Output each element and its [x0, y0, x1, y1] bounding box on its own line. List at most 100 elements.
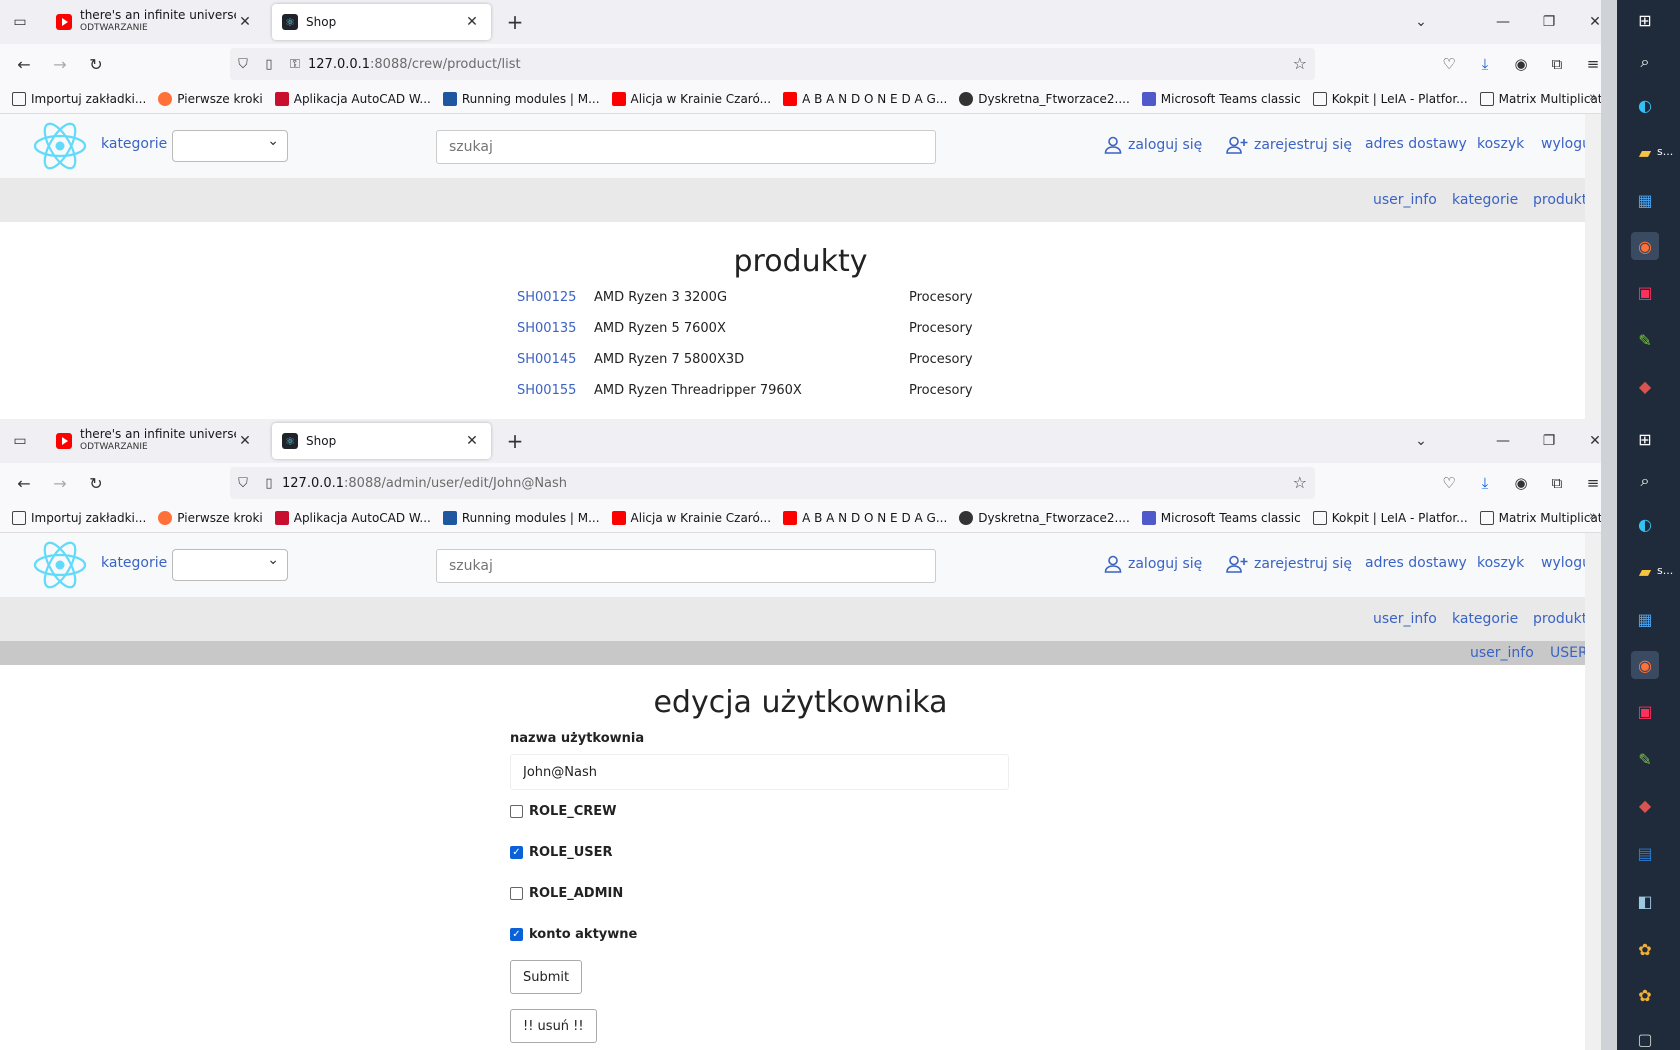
- windows-start-icon[interactable]: ⊞: [1631, 425, 1659, 453]
- tab-youtube[interactable]: there's an infinite universe up th ODTWA…: [46, 423, 264, 459]
- login-link[interactable]: zaloguj się: [1104, 555, 1202, 573]
- admin-subnav-user-info[interactable]: user_info: [1470, 645, 1534, 661]
- bookmark-item[interactable]: Aplikacja AutoCAD W...: [274, 510, 431, 525]
- bookmark-item[interactable]: Pierwsze kroki: [158, 510, 263, 525]
- pocket-icon[interactable]: ♡: [1437, 471, 1461, 495]
- more-bookmarks-icon[interactable]: »: [1589, 509, 1597, 524]
- bookmark-star-icon[interactable]: ☆: [1293, 473, 1307, 492]
- tab-youtube[interactable]: there's an infinite universe up th ODTWA…: [46, 4, 264, 40]
- login-link[interactable]: zaloguj się: [1104, 136, 1202, 154]
- list-all-tabs-icon[interactable]: ⌄: [1406, 429, 1436, 453]
- bookmark-item[interactable]: Running modules | M...: [442, 91, 600, 106]
- delivery-address-link[interactable]: adres dostawy: [1365, 555, 1467, 571]
- word-icon[interactable]: ▤: [1631, 839, 1659, 867]
- more-bookmarks-icon[interactable]: »: [1589, 90, 1597, 105]
- close-tab-icon[interactable]: ✕: [236, 433, 254, 449]
- tab-shop[interactable]: ⚛ Shop ✕: [272, 423, 491, 459]
- account-icon[interactable]: ◉: [1509, 52, 1533, 76]
- cart-link[interactable]: koszyk: [1477, 136, 1524, 152]
- subnav-user-info[interactable]: user_info: [1373, 192, 1437, 208]
- firefox-icon[interactable]: ◉: [1631, 232, 1659, 260]
- close-tab-icon[interactable]: ✕: [236, 14, 254, 30]
- notepad-icon[interactable]: ✎: [1631, 326, 1659, 354]
- product-code-link[interactable]: SH00155: [517, 383, 576, 398]
- app-icon[interactable]: ◆: [1631, 372, 1659, 400]
- minimize-icon[interactable]: —: [1488, 10, 1518, 34]
- reload-icon[interactable]: ↻: [84, 471, 108, 495]
- firefox-icon[interactable]: ◉: [1631, 651, 1659, 679]
- pocket-icon[interactable]: ♡: [1437, 52, 1461, 76]
- category-select[interactable]: [172, 130, 288, 162]
- submit-button[interactable]: Submit: [510, 960, 583, 994]
- active-account-checkbox[interactable]: ✓: [510, 928, 523, 941]
- back-icon[interactable]: ←: [12, 471, 36, 495]
- bookmark-item[interactable]: Importuj zakładki...: [12, 91, 146, 106]
- delete-user-button[interactable]: !! usuń !!: [510, 1009, 597, 1043]
- bookmark-item[interactable]: Matrix Multiplication ...: [1479, 510, 1601, 525]
- bookmark-item[interactable]: Aplikacja AutoCAD W...: [274, 91, 431, 106]
- url-bar[interactable]: ⛉ ▯ 127.0.0.1:8088/admin/user/edit/John@…: [230, 467, 1315, 499]
- bookmark-item[interactable]: A B A N D O N E D A G...: [783, 91, 947, 106]
- close-window-icon[interactable]: ✕: [1580, 429, 1601, 453]
- bookmark-item[interactable]: Pierwsze kroki: [158, 91, 263, 106]
- tab-list-icon[interactable]: ▭: [8, 429, 32, 453]
- list-all-tabs-icon[interactable]: ⌄: [1406, 10, 1436, 34]
- forward-icon[interactable]: →: [48, 471, 72, 495]
- download-icon[interactable]: ⤓: [1473, 52, 1497, 76]
- bookmark-item[interactable]: Running modules | M...: [442, 510, 600, 525]
- bookmark-item[interactable]: Microsoft Teams classic: [1141, 510, 1301, 525]
- role-crew-checkbox-row[interactable]: ROLE_CREW: [510, 804, 617, 819]
- edge-icon[interactable]: ◐: [1631, 91, 1659, 119]
- bookmark-item[interactable]: Alicja w Krainie Czaró...: [611, 510, 771, 525]
- intellij-icon[interactable]: ▣: [1631, 697, 1659, 725]
- categories-link[interactable]: kategorie: [101, 555, 167, 571]
- restore-icon[interactable]: ❐: [1534, 10, 1564, 34]
- paint-icon[interactable]: ✿: [1631, 935, 1659, 963]
- bookmark-item[interactable]: Matrix Multiplication ...: [1479, 91, 1601, 106]
- account-icon[interactable]: ◉: [1509, 471, 1533, 495]
- role-user-checkbox-row[interactable]: ✓ ROLE_USER: [510, 845, 613, 860]
- new-tab-icon[interactable]: +: [503, 429, 527, 453]
- bookmark-item[interactable]: Alicja w Krainie Czaró...: [611, 91, 771, 106]
- store-icon[interactable]: ▦: [1631, 186, 1659, 214]
- search-input[interactable]: [436, 130, 936, 164]
- store-icon[interactable]: ▦: [1631, 605, 1659, 633]
- edge-icon[interactable]: ◐: [1631, 510, 1659, 538]
- close-tab-icon[interactable]: ✕: [463, 14, 481, 30]
- app-icon[interactable]: ◆: [1631, 791, 1659, 819]
- subnav-user-info[interactable]: user_info: [1373, 611, 1437, 627]
- close-tab-icon[interactable]: ✕: [463, 433, 481, 449]
- subnav-categories[interactable]: kategorie: [1452, 192, 1518, 208]
- app-icon[interactable]: ▢: [1631, 1025, 1659, 1050]
- restore-icon[interactable]: ❐: [1534, 429, 1564, 453]
- url-bar[interactable]: ⛉ ▯ ⚿ 127.0.0.1:8088/crew/product/list ☆: [230, 48, 1315, 80]
- scrollbar[interactable]: [1585, 533, 1601, 1050]
- back-icon[interactable]: ←: [12, 52, 36, 76]
- username-input[interactable]: [510, 754, 1009, 790]
- register-link[interactable]: zarejestruj się: [1226, 136, 1352, 154]
- tab-shop[interactable]: ⚛ Shop ✕: [272, 4, 491, 40]
- forward-icon[interactable]: →: [48, 52, 72, 76]
- folder-icon[interactable]: ▰: [1631, 138, 1659, 166]
- menu-icon[interactable]: ≡: [1581, 471, 1601, 495]
- minimize-icon[interactable]: —: [1488, 429, 1518, 453]
- bookmark-star-icon[interactable]: ☆: [1293, 54, 1307, 73]
- bookmark-item[interactable]: Importuj zakładki...: [12, 510, 146, 525]
- register-link[interactable]: zarejestruj się: [1226, 555, 1352, 573]
- bookmark-item[interactable]: Kokpit | LeIA - Platfor...: [1312, 91, 1468, 106]
- search-input[interactable]: [436, 549, 936, 583]
- intellij-icon[interactable]: ▣: [1631, 278, 1659, 306]
- bookmark-item[interactable]: Dyskretna_Ftworzace2....: [959, 510, 1130, 525]
- close-window-icon[interactable]: ✕: [1580, 10, 1601, 34]
- role-crew-checkbox[interactable]: [510, 805, 523, 818]
- subnav-categories[interactable]: kategorie: [1452, 611, 1518, 627]
- product-code-link[interactable]: SH00135: [517, 321, 576, 336]
- app-icon[interactable]: ◧: [1631, 887, 1659, 915]
- product-code-link[interactable]: SH00125: [517, 290, 576, 305]
- scrollbar[interactable]: [1585, 114, 1601, 419]
- bookmark-item[interactable]: A B A N D O N E D A G...: [783, 510, 947, 525]
- cart-link[interactable]: koszyk: [1477, 555, 1524, 571]
- menu-icon[interactable]: ≡: [1581, 52, 1601, 76]
- reload-icon[interactable]: ↻: [84, 52, 108, 76]
- extensions-icon[interactable]: ⧉: [1545, 52, 1569, 76]
